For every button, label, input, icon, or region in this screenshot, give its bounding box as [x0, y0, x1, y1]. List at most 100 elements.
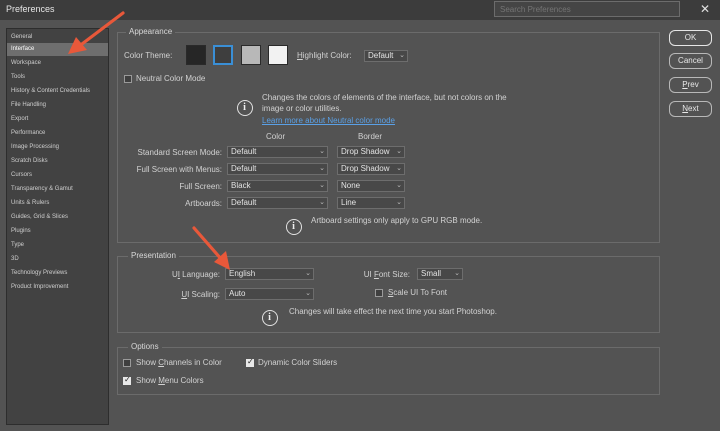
full-screen-menus-color-value: Default: [231, 164, 257, 173]
sidebar-item-scratch-disks[interactable]: Scratch Disks: [7, 155, 108, 168]
chevron-down-icon: ⌄: [396, 182, 402, 189]
ui-language-label: UI Language:: [171, 270, 220, 279]
chevron-down-icon: ⌄: [399, 52, 405, 59]
sidebar-item-image-processing[interactable]: Image Processing: [7, 141, 108, 154]
sidebar-item-3d[interactable]: 3D: [7, 253, 108, 266]
check-icon: ✓: [247, 357, 254, 366]
title-bar: Preferences ✕: [0, 0, 720, 20]
artboards-border-dropdown[interactable]: Line ⌄: [337, 197, 405, 209]
info-icon: i: [286, 219, 302, 235]
ui-font-size-value: Small: [421, 269, 442, 278]
sidebar-item-performance[interactable]: Performance: [7, 127, 108, 140]
check-icon: ✓: [124, 375, 131, 384]
standard-screen-mode-label: Standard Screen Mode:: [137, 148, 223, 157]
highlight-color-label: Highlight Color:: [297, 51, 352, 60]
close-icon[interactable]: ✕: [700, 2, 710, 16]
ui-scaling-value: Auto: [229, 289, 246, 298]
artboards-color-dropdown[interactable]: Default ⌄: [227, 197, 328, 209]
theme-swatch-light[interactable]: [241, 45, 261, 65]
sidebar-item-guides-grid[interactable]: Guides, Grid & Slices: [7, 211, 108, 224]
scale-ui-to-font-label: Scale UI To Font: [388, 288, 447, 297]
ui-font-size-label: UI Font Size:: [363, 270, 410, 279]
full-screen-color-dropdown[interactable]: Black ⌄: [227, 180, 328, 192]
ui-scaling-label: UI Scaling:: [181, 290, 220, 299]
ui-language-dropdown[interactable]: English ⌄: [225, 268, 314, 280]
theme-swatch-lightest[interactable]: [268, 45, 288, 65]
chevron-down-icon: ⌄: [454, 270, 460, 277]
full-screen-color-value: Black: [231, 181, 251, 190]
show-channels-checkbox[interactable]: [123, 359, 131, 367]
sidebar-item-interface[interactable]: Interface: [7, 43, 108, 56]
color-theme-label: Color Theme:: [124, 51, 173, 60]
sidebar-item-export[interactable]: Export: [7, 113, 108, 126]
presentation-note: Changes will take effect the next time y…: [289, 307, 497, 316]
prev-button[interactable]: Prev: [669, 77, 712, 93]
chevron-down-icon: ⌄: [319, 182, 325, 189]
full-screen-border-value: None: [341, 181, 361, 190]
full-screen-menus-label: Full Screen with Menus:: [136, 165, 222, 174]
artboards-color-value: Default: [231, 198, 257, 207]
sidebar-item-history[interactable]: History & Content Credentials: [7, 85, 108, 98]
sidebar-item-units-rulers[interactable]: Units & Rulers: [7, 197, 108, 210]
options-group: [117, 347, 660, 395]
standard-screen-color-value: Default: [231, 147, 257, 156]
sidebar-item-file-handling[interactable]: File Handling: [7, 99, 108, 112]
sidebar-item-type[interactable]: Type: [7, 239, 108, 252]
next-button[interactable]: Next: [669, 101, 712, 117]
chevron-down-icon: ⌄: [396, 165, 402, 172]
artboard-note: Artboard settings only apply to GPU RGB …: [311, 216, 483, 225]
chevron-down-icon: ⌄: [319, 148, 325, 155]
highlight-color-value: Default: [368, 51, 394, 60]
standard-screen-border-value: Drop Shadow: [341, 147, 390, 156]
sidebar-item-workspace[interactable]: Workspace: [7, 57, 108, 70]
show-menu-colors-checkbox[interactable]: ✓: [123, 375, 131, 385]
highlight-color-dropdown[interactable]: Default ⌄: [364, 50, 408, 62]
chevron-down-icon: ⌄: [319, 165, 325, 172]
standard-screen-border-dropdown[interactable]: Drop Shadow ⌄: [337, 146, 405, 158]
presentation-legend: Presentation: [128, 251, 179, 260]
ui-scaling-dropdown[interactable]: Auto ⌄: [225, 288, 314, 300]
dialog-title: Preferences: [6, 4, 55, 14]
full-screen-menus-border-value: Drop Shadow: [341, 164, 390, 173]
chevron-down-icon: ⌄: [396, 199, 402, 206]
artboards-label: Artboards:: [185, 199, 222, 208]
sidebar-item-plugins[interactable]: Plugins: [7, 225, 108, 238]
ui-font-size-dropdown[interactable]: Small ⌄: [417, 268, 463, 280]
scale-ui-to-font-checkbox[interactable]: [375, 289, 383, 297]
neutral-info-line2: image or color utilities.: [262, 104, 342, 113]
show-menu-colors-label: Show Menu Colors: [136, 376, 204, 385]
full-screen-menus-color-dropdown[interactable]: Default ⌄: [227, 163, 328, 175]
chevron-down-icon: ⌄: [319, 199, 325, 206]
chevron-down-icon: ⌄: [305, 270, 311, 277]
border-column-header: Border: [358, 132, 383, 141]
appearance-legend: Appearance: [126, 27, 176, 36]
sidebar-item-cursors[interactable]: Cursors: [7, 169, 108, 182]
show-channels-label: Show Channels in Color: [136, 358, 222, 367]
search-input[interactable]: [494, 1, 680, 17]
theme-swatch-dark[interactable]: [213, 45, 233, 65]
sidebar-item-tools[interactable]: Tools: [7, 71, 108, 84]
neutral-color-mode-checkbox[interactable]: [124, 75, 132, 83]
info-icon: i: [262, 310, 278, 326]
artboards-border-value: Line: [341, 198, 357, 207]
full-screen-menus-border-dropdown[interactable]: Drop Shadow ⌄: [337, 163, 405, 175]
category-sidebar: General Interface Workspace Tools Histor…: [6, 28, 109, 425]
sidebar-item-product-improvement[interactable]: Product Improvement: [7, 281, 108, 294]
full-screen-label: Full Screen:: [179, 182, 222, 191]
neutral-color-mode-link[interactable]: Learn more about Neutral color mode: [262, 116, 395, 125]
theme-swatch-darkest[interactable]: [186, 45, 206, 65]
cancel-button[interactable]: Cancel: [669, 53, 712, 69]
full-screen-border-dropdown[interactable]: None ⌄: [337, 180, 405, 192]
chevron-down-icon: ⌄: [396, 148, 402, 155]
chevron-down-icon: ⌄: [305, 290, 311, 297]
ui-language-value: English: [229, 269, 256, 278]
options-legend: Options: [128, 342, 162, 351]
dynamic-color-sliders-checkbox[interactable]: ✓: [246, 357, 254, 367]
sidebar-item-technology-previews[interactable]: Technology Previews: [7, 267, 108, 280]
ok-button[interactable]: OK: [669, 30, 712, 46]
standard-screen-color-dropdown[interactable]: Default ⌄: [227, 146, 328, 158]
dynamic-color-sliders-label: Dynamic Color Sliders: [258, 358, 338, 367]
neutral-info-line1: Changes the colors of elements of the in…: [262, 93, 507, 102]
color-column-header: Color: [266, 132, 286, 141]
sidebar-item-transparency[interactable]: Transparency & Gamut: [7, 183, 108, 196]
